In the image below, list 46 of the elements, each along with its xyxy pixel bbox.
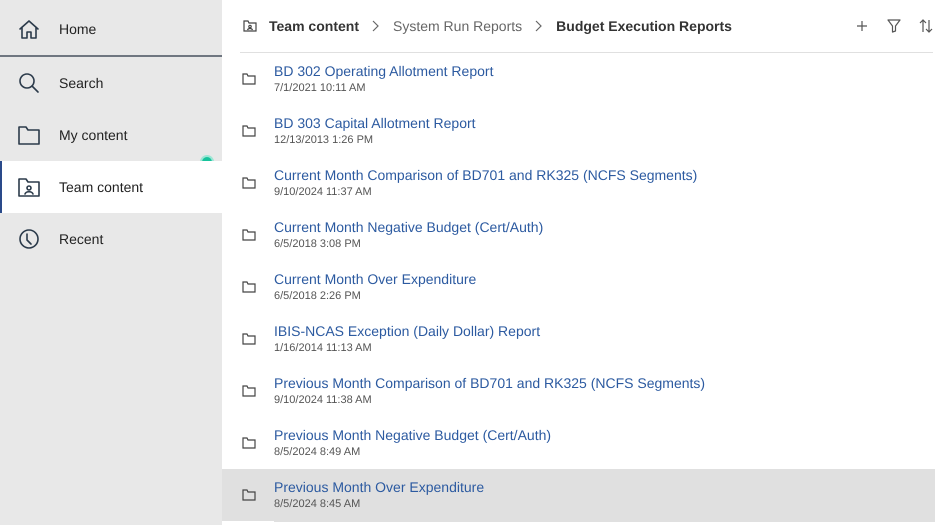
nav-item[interactable]: Recent [0, 213, 222, 265]
folder-icon [18, 125, 40, 145]
folder-link[interactable]: Current Month Negative Budget (Cert/Auth) [274, 219, 935, 235]
nav-item[interactable]: Search [0, 57, 222, 109]
chevron-icon [370, 19, 381, 33]
folder-icon [242, 281, 256, 293]
modified-date: 9/10/2024 11:37 AM [274, 186, 373, 198]
modified-date: 8/5/2024 8:45 AM [274, 498, 362, 510]
chevron-icon [534, 19, 544, 33]
modified-date: 12/13/2013 1:26 PM [274, 134, 374, 146]
filter-button[interactable] [887, 19, 901, 33]
search-icon [18, 72, 40, 94]
modified-date: 6/5/2018 2:26 PM [274, 290, 362, 302]
breadcrumb-link[interactable]: Budget Execution Reports [556, 18, 732, 34]
folder-icon [242, 73, 256, 85]
folder-link[interactable]: BD 303 Capital Allotment Report [274, 115, 935, 131]
folder-icon [242, 229, 256, 241]
folder-link[interactable]: Previous Month Negative Budget (Cert/Auth) [274, 427, 935, 443]
modified-date: 9/10/2024 11:38 AM [274, 394, 373, 406]
folder-link[interactable]: Current Month Comparison of BD701 and RK325 (NCFS Segments) [274, 167, 935, 183]
folder-link[interactable]: BD 302 Operating Allotment Report [274, 63, 935, 79]
home-icon [18, 18, 40, 40]
breadcrumb-link[interactable]: Team content [269, 18, 359, 34]
folder-icon [242, 177, 256, 189]
clock-icon [18, 228, 40, 250]
add-button[interactable] [855, 19, 869, 33]
team-folder-icon [243, 20, 257, 32]
folder-row[interactable]: Previous Month Over Expenditure 8/5/2024 8:45 AM [222, 469, 935, 521]
breadcrumb-link[interactable]: System Run Reports [392, 18, 522, 34]
folder-icon [242, 489, 256, 501]
folder-icon [242, 333, 256, 345]
modified-date: 6/5/2018 3:08 PM [274, 238, 362, 250]
folder-icon [242, 385, 256, 397]
folder-icon [242, 437, 256, 449]
nav-item[interactable]: Team content [0, 161, 222, 213]
folder-icon [242, 125, 256, 137]
folder-link[interactable]: IBIS-NCAS Exception (Daily Dollar) Report [274, 323, 935, 339]
team-folder-icon [18, 177, 40, 197]
nav-item[interactable]: Home [0, 3, 222, 57]
folder-link[interactable]: Previous Month Comparison of BD701 and RK325 (NCFS Segments) [274, 375, 935, 391]
folder-link[interactable]: Current Month Over Expenditure [274, 271, 935, 287]
sort-button[interactable] [919, 19, 933, 33]
modified-date: 8/5/2024 8:49 AM [274, 446, 362, 458]
modified-date: 7/1/2021 10:11 AM [274, 82, 367, 94]
modified-date: 1/16/2014 11:13 AM [274, 342, 373, 354]
folder-link[interactable]: Previous Month Over Expenditure [274, 479, 935, 495]
